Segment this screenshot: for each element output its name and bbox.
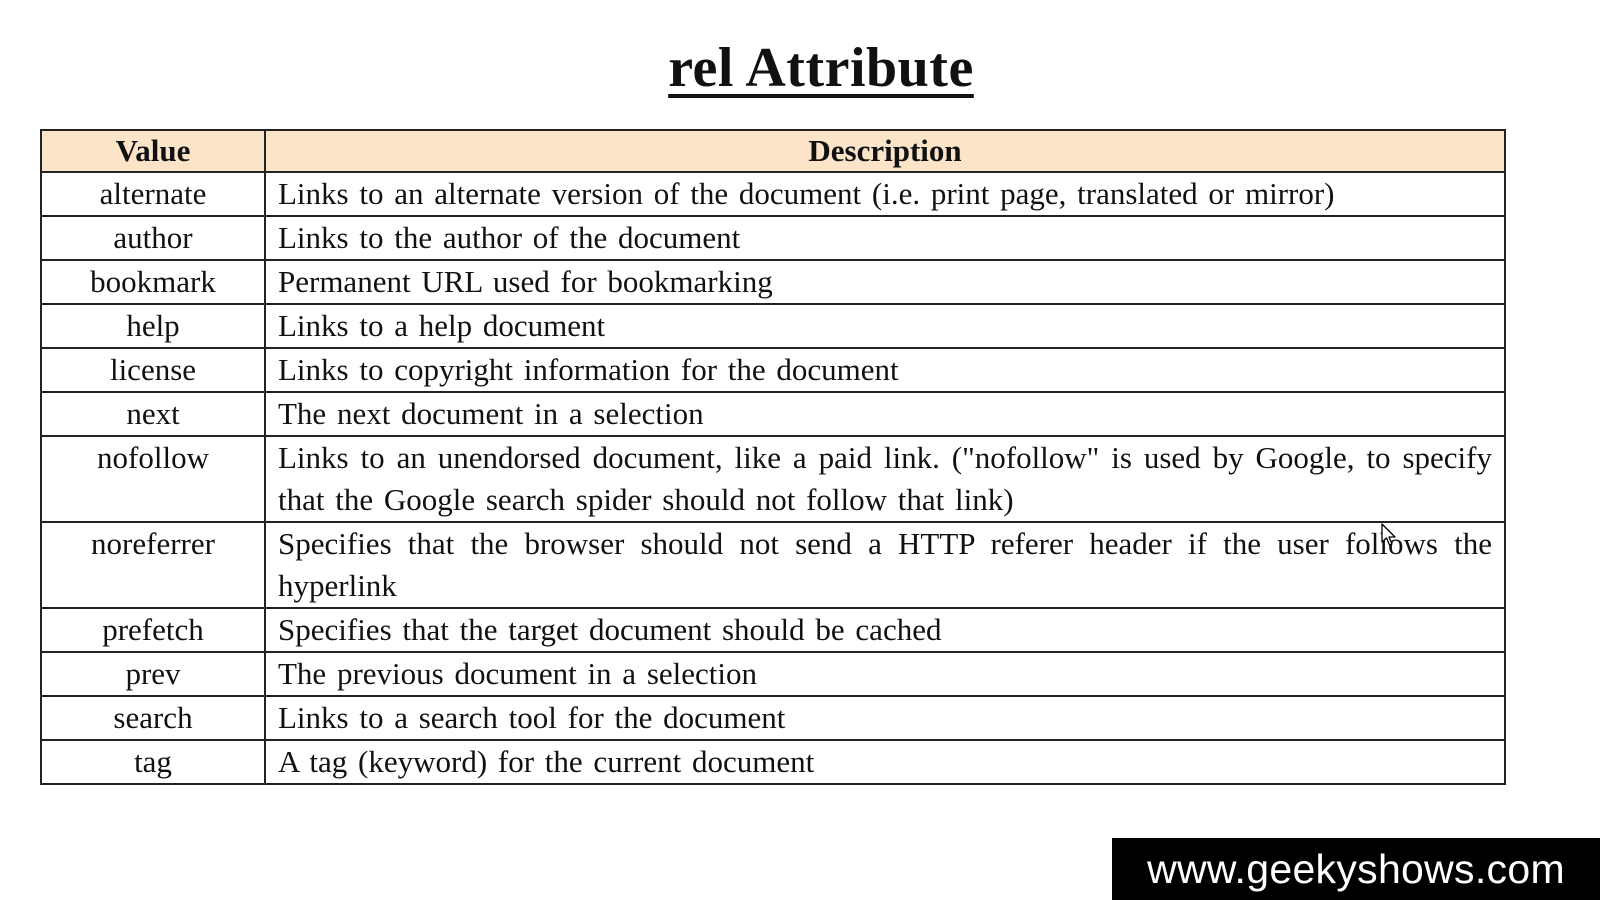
- table-row: prefetch Specifies that the target docum…: [40, 607, 1506, 653]
- value-cell: nofollow: [40, 435, 266, 523]
- table-row: next The next document in a selection: [40, 391, 1506, 437]
- description-cell: The next document in a selection: [264, 391, 1506, 437]
- table-row: license Links to copyright information f…: [40, 347, 1506, 393]
- description-cell: The previous document in a selection: [264, 651, 1506, 697]
- value-cell: noreferrer: [40, 521, 266, 609]
- table-row: prev The previous document in a selectio…: [40, 651, 1506, 697]
- value-cell: author: [40, 215, 266, 261]
- value-cell: alternate: [40, 171, 266, 217]
- value-cell: license: [40, 347, 266, 393]
- table-row: search Links to a search tool for the do…: [40, 695, 1506, 741]
- table-row: alternate Links to an alternate version …: [40, 171, 1506, 217]
- description-cell: Permanent URL used for bookmarking: [264, 259, 1506, 305]
- value-cell: prev: [40, 651, 266, 697]
- description-cell: Specifies that the target document shoul…: [264, 607, 1506, 653]
- table-row: help Links to a help document: [40, 303, 1506, 349]
- slide: rel Attribute Value Description alternat…: [0, 0, 1600, 900]
- rel-values-table: Value Description alternate Links to an …: [40, 129, 1506, 785]
- description-cell: Links to the author of the document: [264, 215, 1506, 261]
- description-cell: Links to an alternate version of the doc…: [264, 171, 1506, 217]
- column-header-value: Value: [40, 129, 266, 173]
- table-header-row: Value Description: [40, 129, 1506, 173]
- table-row: noreferrer Specifies that the browser sh…: [40, 521, 1506, 609]
- description-cell: Links to a search tool for the document: [264, 695, 1506, 741]
- description-cell: Links to copyright information for the d…: [264, 347, 1506, 393]
- watermark: www.geekyshows.com: [1112, 838, 1600, 900]
- column-header-description: Description: [264, 129, 1506, 173]
- table-row: tag A tag (keyword) for the current docu…: [40, 739, 1506, 785]
- description-cell: Links to a help document: [264, 303, 1506, 349]
- table-row: author Links to the author of the docume…: [40, 215, 1506, 261]
- value-cell: next: [40, 391, 266, 437]
- value-cell: search: [40, 695, 266, 741]
- value-cell: prefetch: [40, 607, 266, 653]
- value-cell: bookmark: [40, 259, 266, 305]
- table-row: bookmark Permanent URL used for bookmark…: [40, 259, 1506, 305]
- description-cell: Links to an unendorsed document, like a …: [264, 435, 1506, 523]
- value-cell: tag: [40, 739, 266, 785]
- page-title: rel Attribute: [668, 37, 974, 99]
- value-cell: help: [40, 303, 266, 349]
- table-row: nofollow Links to an unendorsed document…: [40, 435, 1506, 523]
- description-cell: A tag (keyword) for the current document: [264, 739, 1506, 785]
- mouse-pointer-icon: [1381, 523, 1396, 546]
- description-cell: Specifies that the browser should not se…: [264, 521, 1506, 609]
